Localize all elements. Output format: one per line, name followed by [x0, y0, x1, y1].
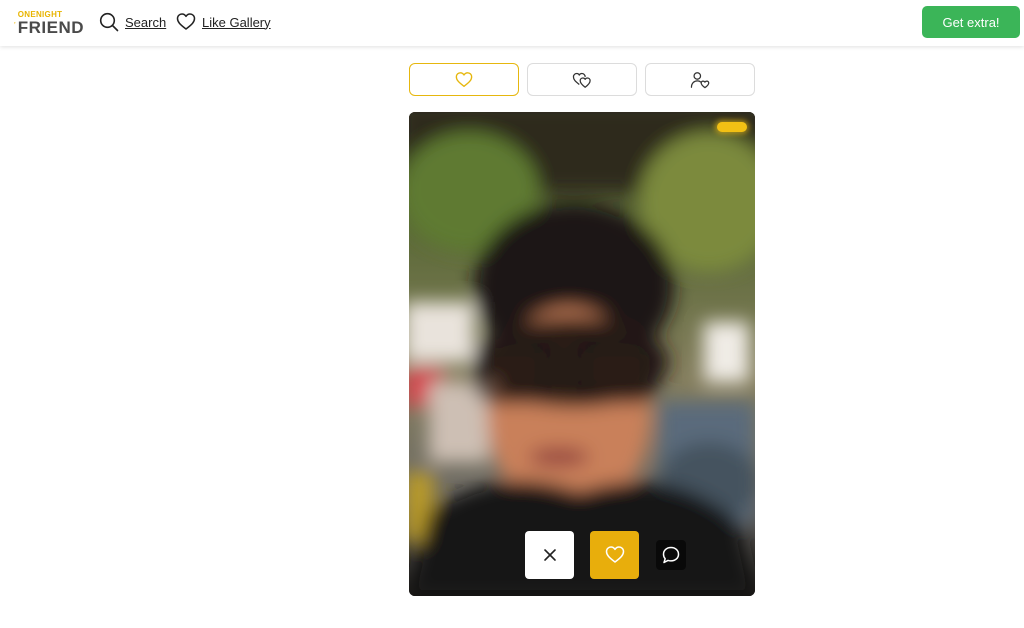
- double-heart-icon: [572, 72, 591, 88]
- nav-like-gallery-link[interactable]: Like Gallery: [176, 12, 271, 32]
- tab-visitors[interactable]: [645, 63, 755, 96]
- nav-search-label: Search: [125, 14, 167, 30]
- mode-tabs: [409, 63, 755, 96]
- chat-bubble-icon: [662, 546, 680, 564]
- tab-matches[interactable]: [527, 63, 637, 96]
- profile-card[interactable]: [409, 112, 755, 596]
- logo-text-bottom: FRIEND: [17, 17, 84, 37]
- top-header: ONENIGHT FRIEND Search Like Gallery Get …: [0, 0, 1024, 46]
- key-logo-icon: [14, 21, 16, 25]
- search-icon: [99, 12, 119, 32]
- get-extra-button[interactable]: Get extra!: [922, 6, 1020, 38]
- heart-outline-icon: [176, 12, 196, 32]
- card-actions: [525, 531, 686, 579]
- close-icon: [543, 549, 556, 561]
- chat-button[interactable]: [656, 540, 686, 570]
- nav-like-gallery-label: Like Gallery: [202, 14, 271, 30]
- site-logo[interactable]: ONENIGHT FRIEND: [14, 6, 84, 40]
- profile-photo: [409, 112, 755, 596]
- heart-icon: [455, 71, 473, 87]
- user-heart-icon: [690, 71, 710, 88]
- pass-button[interactable]: [525, 531, 574, 579]
- tab-likes[interactable]: [409, 63, 519, 96]
- nav-search-link[interactable]: Search: [99, 12, 166, 32]
- like-button[interactable]: [590, 531, 639, 579]
- heart-icon: [605, 546, 624, 563]
- status-badge: [717, 122, 747, 132]
